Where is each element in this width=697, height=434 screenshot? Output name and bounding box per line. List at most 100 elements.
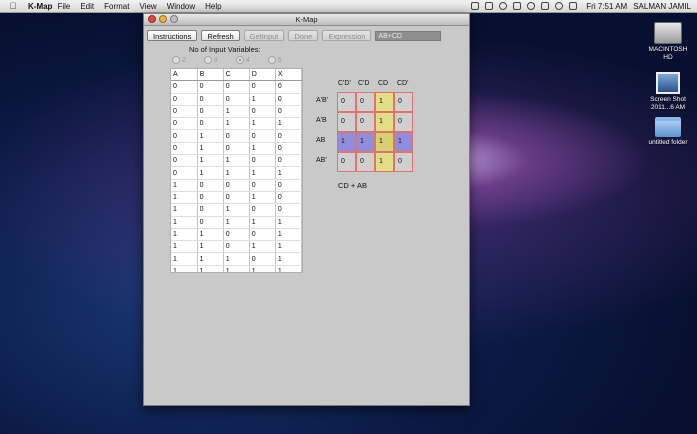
instructions-button[interactable]: Instructions [147, 30, 198, 41]
menu-edit[interactable]: Edit [80, 2, 94, 11]
table-cell: 1 [249, 117, 276, 131]
desktop-icon-screenshot[interactable]: Screen Shot 2011...6 AM [643, 72, 693, 112]
desktop-icon-untitled-folder[interactable]: untitled folder [643, 117, 693, 147]
table-row: 10010 [171, 191, 302, 205]
radio-circle[interactable] [267, 56, 276, 64]
toolbar: Instructions Refresh GetInput Done Expre… [147, 30, 442, 41]
table-cell: 1 [275, 216, 302, 229]
simplified-expression: CD + AB [338, 181, 367, 190]
radio-label: 5 [277, 56, 282, 64]
menu-format[interactable]: Format [104, 2, 129, 11]
mail-icon[interactable] [513, 2, 522, 10]
truth-table-header-row: A B C D X [171, 69, 302, 82]
table-cell: 0 [275, 179, 302, 192]
desktop-icon-macintosh-hd[interactable]: MACINTOSH HD [643, 22, 693, 62]
menu-app-name[interactable]: K-Map [28, 2, 52, 11]
table-cell: 0 [275, 105, 302, 119]
getinput-button[interactable]: GetInput [243, 30, 285, 41]
minimize-icon[interactable] [159, 15, 167, 23]
table-row: 11011 [171, 240, 302, 254]
table-cell: 0 [223, 142, 250, 156]
table-cell: 0 [223, 191, 250, 205]
kmap-cell: 0 [394, 92, 413, 112]
table-row: 00111 [171, 117, 302, 131]
table-cell: 0 [197, 191, 224, 205]
table-cell: 0 [223, 228, 250, 242]
done-button[interactable]: Done [288, 30, 319, 41]
window-title: K-Map [295, 15, 318, 24]
table-cell: 0 [249, 228, 276, 242]
menu-file[interactable]: File [57, 2, 70, 11]
truth-table[interactable]: A B C D X 000000001000100001110100001010… [170, 68, 303, 273]
table-row: 10000 [171, 179, 302, 192]
radio-option-2[interactable]: 2 [172, 56, 186, 64]
time-machine-icon[interactable] [527, 2, 536, 10]
table-row: 11101 [171, 252, 302, 266]
table-cell: 0 [223, 179, 250, 192]
table-row: 01000 [171, 129, 302, 143]
table-cell: 1 [223, 117, 250, 131]
expression-button[interactable]: Expression [322, 30, 372, 41]
menu-view[interactable]: View [139, 2, 156, 11]
table-cell: 1 [223, 154, 250, 168]
table-cell: 1 [223, 265, 250, 272]
table-cell: 0 [275, 93, 302, 106]
kmap-col-header: C'D' [338, 80, 351, 87]
table-cell: 1 [275, 240, 302, 254]
refresh-button[interactable]: Refresh [201, 30, 240, 41]
menubar-clock[interactable]: Fri 7:51 AM [586, 2, 627, 11]
table-cell: 0 [197, 117, 224, 131]
table-cell: 1 [249, 265, 276, 272]
window-titlebar[interactable]: K-Map [144, 14, 469, 26]
table-cell: 1 [171, 252, 198, 266]
column-header-d: D [249, 69, 276, 82]
radio-option-4[interactable]: 4 [235, 56, 250, 64]
sync-icon[interactable] [499, 2, 508, 10]
table-cell: 1 [197, 240, 224, 254]
kmap-cell: 1 [375, 152, 394, 172]
menubar-user[interactable]: SALMAN JAMIL [633, 2, 691, 11]
input-variables-label: No of Input Variables: [189, 45, 261, 54]
menu-help[interactable]: Help [205, 2, 221, 11]
table-cell: 0 [275, 203, 302, 217]
table-cell: 1 [275, 117, 302, 131]
close-icon[interactable] [148, 15, 156, 23]
apple-menu-icon[interactable]:  [6, 1, 20, 11]
kmap-grid: 0010001011110010 [337, 92, 413, 172]
kmap-col-header: CD [378, 80, 389, 87]
battery-icon[interactable] [485, 2, 494, 10]
display-icon[interactable] [471, 2, 480, 10]
radio-circle-selected[interactable] [235, 56, 244, 64]
table-cell: 0 [197, 179, 224, 192]
table-cell: 1 [171, 203, 198, 217]
table-row: 10100 [171, 203, 302, 217]
menu-window[interactable]: Window [167, 2, 195, 11]
table-cell: 0 [249, 252, 276, 266]
kmap-cell: 0 [356, 92, 375, 112]
kmap-window: K-Map Instructions Refresh GetInput Done… [143, 13, 470, 406]
radio-label: 4 [245, 56, 250, 64]
radio-circle[interactable] [203, 56, 212, 64]
bluetooth-icon[interactable] [541, 2, 550, 10]
table-cell: 1 [197, 228, 224, 242]
table-row: 00010 [171, 93, 302, 106]
radio-option-3[interactable]: 3 [203, 56, 218, 64]
zoom-icon[interactable] [170, 15, 178, 23]
table-cell: 1 [223, 203, 250, 217]
radio-label: 3 [213, 56, 218, 64]
radio-option-5[interactable]: 5 [267, 56, 282, 64]
table-cell: 0 [171, 117, 198, 131]
table-cell: 0 [197, 80, 224, 94]
table-row: 01010 [171, 142, 302, 156]
table-cell: 0 [223, 93, 250, 106]
menubar-status-area: Fri 7:51 AM SALMAN JAMIL [468, 0, 691, 12]
radio-circle[interactable] [172, 56, 180, 64]
table-cell: 0 [197, 93, 224, 106]
volume-icon[interactable] [569, 2, 578, 10]
table-cell: 1 [275, 166, 302, 180]
expression-field[interactable]: AB+CD [375, 30, 442, 41]
wifi-icon[interactable] [555, 2, 564, 10]
table-cell: 0 [275, 80, 302, 94]
kmap-cell: 1 [375, 92, 394, 112]
table-cell: 1 [275, 228, 302, 242]
